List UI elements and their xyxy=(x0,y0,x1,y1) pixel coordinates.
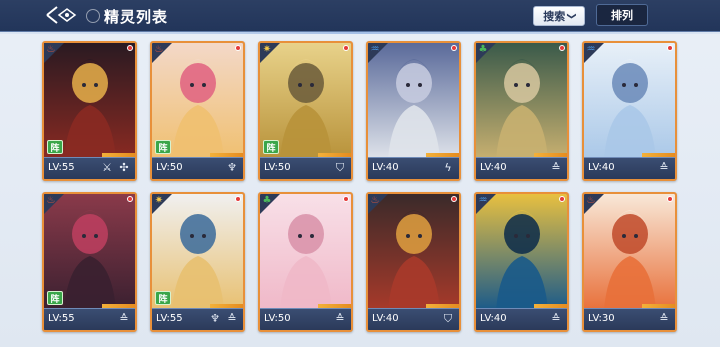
spirit-card[interactable]: ♨ LV:40 ⛉ xyxy=(366,192,461,332)
level-label: LV:40 xyxy=(372,162,399,173)
level-label: LV:55 xyxy=(156,313,183,324)
spirit-card[interactable]: ♨ 阵 LV:55 ⚔ ✣ xyxy=(42,41,137,181)
spirit-card[interactable]: ✷ 阵 LV:55 ♆ ≙ xyxy=(150,192,245,332)
job-icons: ⛉ xyxy=(441,312,455,326)
class-icon: ≙ xyxy=(335,312,345,325)
spirit-portrait xyxy=(368,43,459,159)
job-icons: ≙ xyxy=(549,161,563,175)
notification-dot xyxy=(667,196,673,202)
spirit-card[interactable]: ♒ LV:40 ϟ xyxy=(366,41,461,181)
class-icon: ≙ xyxy=(551,161,561,174)
class-icon: ≙ xyxy=(659,161,669,174)
spirit-portrait xyxy=(584,194,675,310)
level-label: LV:40 xyxy=(480,313,507,324)
notification-dot xyxy=(559,45,565,51)
spirit-portrait xyxy=(476,194,567,310)
class-icon: ⛉ xyxy=(443,312,453,325)
card-footer: LV:30 ≙ xyxy=(584,308,675,330)
spirit-card[interactable]: ♒ LV:40 ≙ xyxy=(474,192,569,332)
lineup-badge: 阵 xyxy=(47,140,63,154)
spirit-card[interactable]: ✷ 阵 LV:50 ⛉ xyxy=(258,41,353,181)
class-icon: ≙ xyxy=(659,312,669,325)
card-footer: LV:55 ⚔ ✣ xyxy=(44,157,135,179)
spirit-portrait xyxy=(476,43,567,159)
card-footer: LV:40 ≙ xyxy=(584,157,675,179)
job-icons: ≙ xyxy=(657,312,671,326)
lineup-badge: 阵 xyxy=(155,291,171,305)
level-label: LV:55 xyxy=(48,162,75,173)
class-icon: ≙ xyxy=(551,312,561,325)
spirit-card[interactable]: ♒ LV:40 ≙ xyxy=(582,41,677,181)
card-footer: LV:40 ≙ xyxy=(476,157,567,179)
class-icon: ≙ xyxy=(119,312,129,325)
card-footer: LV:50 ≙ xyxy=(260,308,351,330)
notification-dot xyxy=(343,45,349,51)
level-label: LV:55 xyxy=(48,313,75,324)
level-label: LV:50 xyxy=(264,313,291,324)
notification-dot xyxy=(559,196,565,202)
job-icons: ϟ xyxy=(441,161,455,175)
card-footer: LV:50 ⛉ xyxy=(260,157,351,179)
level-label: LV:40 xyxy=(372,313,399,324)
level-label: LV:40 xyxy=(480,162,507,173)
job-icons: ≙ xyxy=(549,312,563,326)
notification-dot xyxy=(127,45,133,51)
job-icons: ⛉ xyxy=(333,161,347,175)
class-icon: ϟ xyxy=(444,161,452,174)
job-icons: ⚔ ✣ xyxy=(100,161,131,175)
spirit-card[interactable]: ♣ LV:40 ≙ xyxy=(474,41,569,181)
class-icon: ♆ xyxy=(210,312,220,325)
level-label: LV:50 xyxy=(264,162,291,173)
notification-dot xyxy=(451,196,457,202)
notification-dot xyxy=(235,196,241,202)
class-icon: ⛉ xyxy=(335,161,345,174)
class-icon: ≙ xyxy=(227,312,237,325)
spirit-grid: ♨ 阵 LV:55 ⚔ ✣ ♨ 阵 LV:50 ♆ ✷ 阵 LV:50 ⛉ ♒ LV:40 ϟ ♣ LV:40 ≙ ♒… xyxy=(0,0,720,347)
spirit-portrait xyxy=(584,43,675,159)
lineup-badge: 阵 xyxy=(155,140,171,154)
card-footer: LV:40 ⛉ xyxy=(368,308,459,330)
job-icons: ≙ xyxy=(333,312,347,326)
spirit-card[interactable]: ♨ 阵 LV:50 ♆ xyxy=(150,41,245,181)
spirit-card[interactable]: ♣ LV:50 ≙ xyxy=(258,192,353,332)
notification-dot xyxy=(343,196,349,202)
spirit-card[interactable]: ♨ LV:30 ≙ xyxy=(582,192,677,332)
class-icon: ✣ xyxy=(119,161,129,174)
spirit-portrait xyxy=(260,194,351,310)
notification-dot xyxy=(127,196,133,202)
job-icons: ≙ xyxy=(117,312,131,326)
card-footer: LV:40 ≙ xyxy=(476,308,567,330)
card-footer: LV:55 ≙ xyxy=(44,308,135,330)
level-label: LV:50 xyxy=(156,162,183,173)
card-footer: LV:55 ♆ ≙ xyxy=(152,308,243,330)
notification-dot xyxy=(235,45,241,51)
lineup-badge: 阵 xyxy=(47,291,63,305)
lineup-badge: 阵 xyxy=(263,140,279,154)
job-icons: ≙ xyxy=(657,161,671,175)
notification-dot xyxy=(667,45,673,51)
class-icon: ♆ xyxy=(227,161,237,174)
class-icon: ⚔ xyxy=(102,161,112,174)
notification-dot xyxy=(451,45,457,51)
job-icons: ♆ ≙ xyxy=(208,312,239,326)
level-label: LV:40 xyxy=(588,162,615,173)
spirit-portrait xyxy=(368,194,459,310)
card-footer: LV:50 ♆ xyxy=(152,157,243,179)
level-label: LV:30 xyxy=(588,313,615,324)
spirit-card[interactable]: ♨ 阵 LV:55 ≙ xyxy=(42,192,137,332)
card-footer: LV:40 ϟ xyxy=(368,157,459,179)
job-icons: ♆ xyxy=(225,161,239,175)
